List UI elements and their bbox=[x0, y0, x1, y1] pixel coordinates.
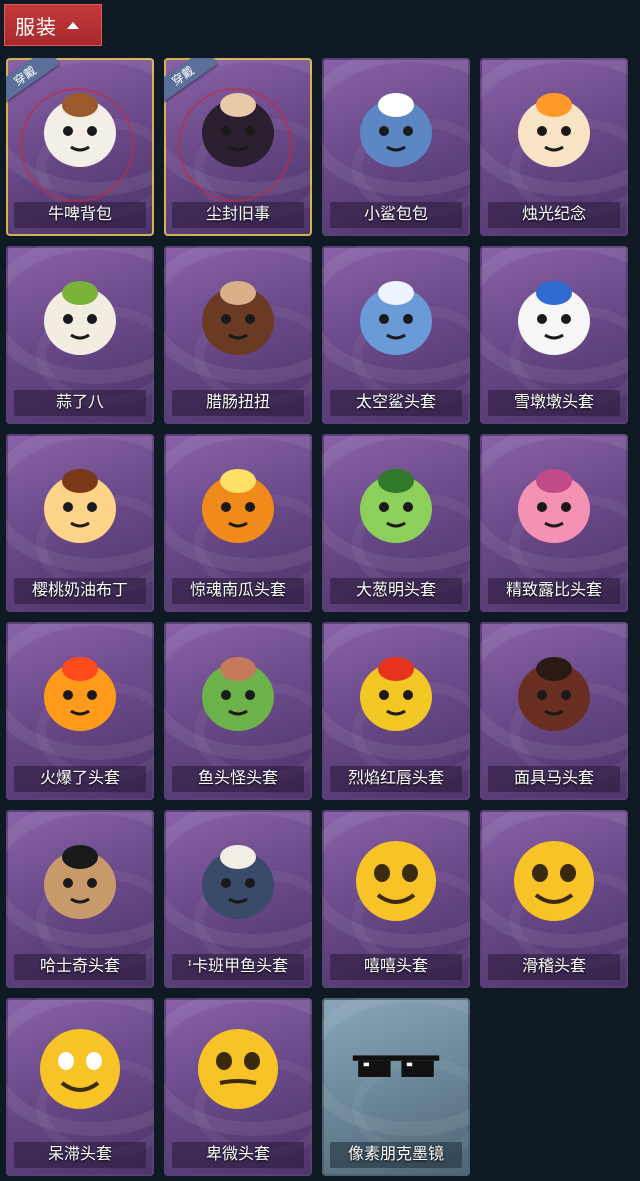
outfit-name: 樱桃奶油布丁 bbox=[31, 580, 128, 599]
dazed-face-head-icon bbox=[35, 1023, 125, 1113]
outfit-card[interactable]: 哈士奇头套 bbox=[6, 810, 154, 988]
funny-face-head-icon bbox=[509, 835, 599, 925]
outfit-card[interactable]: 呆滞头套 bbox=[6, 998, 154, 1176]
outfit-name: 精致露比头套 bbox=[505, 580, 602, 599]
humble-face-head-icon bbox=[193, 1023, 283, 1113]
dusty-past-doll-icon bbox=[193, 83, 283, 173]
outfit-name: 太空鲨头套 bbox=[355, 392, 436, 411]
pudding-icon bbox=[35, 459, 125, 549]
dachshund-head-icon bbox=[193, 271, 283, 361]
outfit-name: 腊肠扭扭 bbox=[205, 392, 270, 411]
outfit-name: 烈焰红唇头套 bbox=[347, 768, 444, 787]
outfit-card[interactable]: 樱桃奶油布丁 bbox=[6, 434, 154, 612]
outfit-grid: 牛啤背包 穿戴 尘封旧事 穿戴 小鲨包包 烛光纪念 蒜了八 腊肠扭扭 太空鲨头套… bbox=[6, 58, 636, 1176]
pixel-sunglasses-icon bbox=[351, 1023, 441, 1113]
outfit-card[interactable]: 火爆了头套 bbox=[6, 622, 154, 800]
snowman-head-icon bbox=[509, 271, 599, 361]
garlic-icon bbox=[35, 271, 125, 361]
pikachu-lips-head-icon bbox=[351, 647, 441, 737]
outfit-name: 鱼头怪头套 bbox=[197, 768, 278, 787]
chevron-up-icon bbox=[67, 21, 79, 29]
outfit-card[interactable]: 嘻嘻头套 bbox=[322, 810, 470, 988]
turtle-head-icon bbox=[193, 835, 283, 925]
grin-face-head-icon bbox=[351, 835, 441, 925]
outfit-card[interactable]: ᶦ卡班甲鱼头套 bbox=[164, 810, 312, 988]
outfit-name: 滑稽头套 bbox=[521, 956, 586, 975]
outfit-card[interactable]: 烈焰红唇头套 bbox=[322, 622, 470, 800]
outfit-card[interactable]: 滑稽头套 bbox=[480, 810, 628, 988]
outfit-name: 雪墩墩头套 bbox=[513, 392, 594, 411]
outfit-card[interactable]: 鱼头怪头套 bbox=[164, 622, 312, 800]
outfit-name: ᶦ卡班甲鱼头套 bbox=[187, 956, 289, 975]
pumpkin-head-icon bbox=[193, 459, 283, 549]
outfit-card[interactable]: 腊肠扭扭 bbox=[164, 246, 312, 424]
category-title: 服装 bbox=[15, 14, 57, 39]
outfit-card[interactable]: 惊魂南瓜头套 bbox=[164, 434, 312, 612]
fish-monster-head-icon bbox=[193, 647, 283, 737]
horse-mask-head-icon bbox=[509, 647, 599, 737]
outfit-card[interactable]: 卑微头套 bbox=[164, 998, 312, 1176]
fire-head-icon bbox=[35, 647, 125, 737]
outfit-card[interactable]: 小鲨包包 bbox=[322, 58, 470, 236]
outfit-card[interactable]: 像素朋克墨镜 bbox=[322, 998, 470, 1176]
outfit-card[interactable]: 大葱明头套 bbox=[322, 434, 470, 612]
outfit-name: 像素朋克墨镜 bbox=[347, 1144, 444, 1163]
outfit-card[interactable]: 尘封旧事 穿戴 bbox=[164, 58, 312, 236]
candle-icon bbox=[509, 83, 599, 173]
outfit-name: 火爆了头套 bbox=[39, 768, 120, 787]
outfit-name: 卑微头套 bbox=[205, 1144, 270, 1163]
outfit-name: 哈士奇头套 bbox=[39, 956, 120, 975]
outfit-card[interactable]: 精致露比头套 bbox=[480, 434, 628, 612]
shark-bag-icon bbox=[351, 83, 441, 173]
outfit-card[interactable]: 牛啤背包 穿戴 bbox=[6, 58, 154, 236]
outfit-name: 大葱明头套 bbox=[355, 580, 436, 599]
outfit-card[interactable]: 蒜了八 bbox=[6, 246, 154, 424]
outfit-name: 牛啤背包 bbox=[47, 204, 112, 223]
space-shark-head-icon bbox=[351, 271, 441, 361]
outfit-name: 嘻嘻头套 bbox=[363, 956, 428, 975]
outfit-name: 小鲨包包 bbox=[363, 204, 428, 223]
outfit-card[interactable]: 太空鲨头套 bbox=[322, 246, 470, 424]
outfit-category-toggle[interactable]: 服装 bbox=[4, 4, 102, 46]
outfit-card[interactable]: 雪墩墩头套 bbox=[480, 246, 628, 424]
husky-head-icon bbox=[35, 835, 125, 925]
outfit-name: 尘封旧事 bbox=[205, 204, 270, 223]
outfit-card[interactable]: 面具马头套 bbox=[480, 622, 628, 800]
outfit-name: 蒜了八 bbox=[55, 392, 104, 411]
outfit-name: 烛光纪念 bbox=[521, 204, 586, 223]
outfit-name: 面具马头套 bbox=[513, 768, 594, 787]
loopy-head-icon bbox=[509, 459, 599, 549]
outfit-card[interactable]: 烛光纪念 bbox=[480, 58, 628, 236]
scallion-head-icon bbox=[351, 459, 441, 549]
outfit-name: 惊魂南瓜头套 bbox=[189, 580, 286, 599]
cow-beer-backpack-icon bbox=[35, 83, 125, 173]
outfit-name: 呆滞头套 bbox=[47, 1144, 112, 1163]
